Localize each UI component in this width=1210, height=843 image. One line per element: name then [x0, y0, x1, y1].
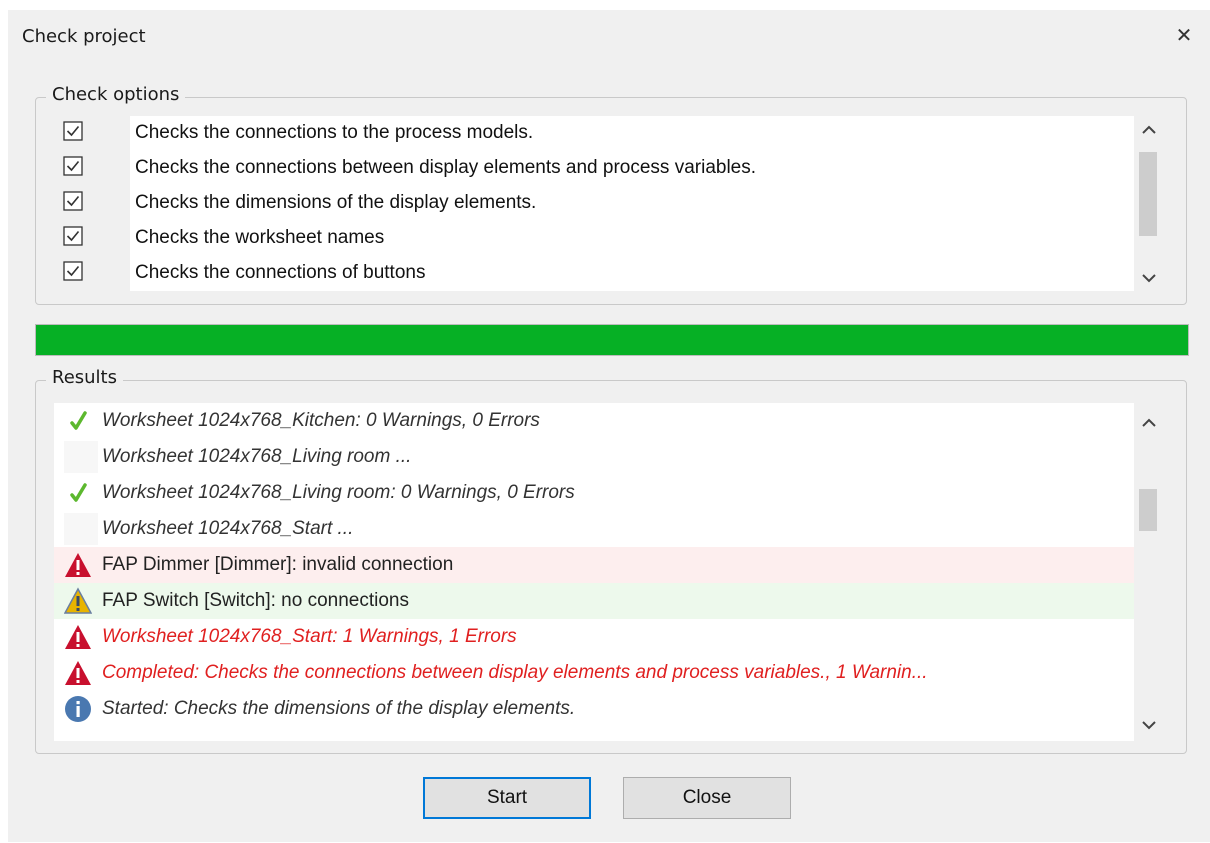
error-triangle-icon	[64, 659, 92, 687]
result-row[interactable]: Worksheet 1024x768_Living room ...	[54, 439, 1134, 476]
success-check-icon	[64, 479, 92, 507]
checkbox[interactable]	[63, 261, 83, 281]
result-text: Started: Checks the dimensions of the di…	[102, 698, 576, 719]
result-text: FAP Dimmer [Dimmer]: invalid connection	[102, 554, 454, 575]
result-row[interactable]: FAP Switch [Switch]: no connections	[54, 583, 1134, 620]
result-row[interactable]: Started: Checks the dimensions of the di…	[54, 691, 1134, 728]
blank-icon	[64, 441, 98, 473]
results-list: Worksheet 1024x768_Kitchen: 0 Warnings, …	[54, 403, 1164, 741]
results-group: Results Worksheet 1024x768_Kitchen: 0 Wa…	[35, 367, 1187, 754]
check-project-dialog: Check project ✕ Check options Checks the…	[8, 10, 1210, 842]
check-option-row[interactable]: Checks the connections to the process mo…	[54, 116, 1164, 151]
result-row[interactable]: Worksheet 1024x768_Start ...	[54, 511, 1134, 548]
checkbox[interactable]	[63, 226, 83, 246]
result-text: Worksheet 1024x768_Start: 1 Warnings, 1 …	[102, 626, 517, 647]
checkbox[interactable]	[63, 156, 83, 176]
checkbox-cell	[54, 221, 130, 256]
results-legend: Results	[46, 367, 123, 388]
check-option-label: Checks the connections to the process mo…	[135, 122, 534, 143]
scroll-down-icon[interactable]	[1134, 264, 1164, 292]
result-text: Worksheet 1024x768_Living room: 0 Warnin…	[102, 482, 575, 503]
check-option-row[interactable]: Checks the dimensions of the display ele…	[54, 186, 1164, 221]
result-text: Completed: Checks the connections betwee…	[102, 662, 928, 683]
error-triangle-icon	[64, 623, 92, 651]
title-bar: Check project ✕	[8, 10, 1210, 60]
result-text: Worksheet 1024x768_Start ...	[102, 518, 354, 539]
checkbox[interactable]	[63, 191, 83, 211]
progress-fill	[36, 325, 1188, 355]
checkbox-cell	[54, 151, 130, 186]
check-options-list: Checks the connections to the process mo…	[54, 116, 1164, 291]
check-options-legend: Check options	[46, 84, 186, 105]
result-row[interactable]: Worksheet 1024x768_Start: 1 Warnings, 1 …	[54, 619, 1134, 656]
success-check-icon	[64, 407, 92, 435]
result-text: Worksheet 1024x768_Kitchen: 0 Warnings, …	[102, 410, 540, 431]
warning-triangle-icon	[63, 587, 93, 615]
check-option-row[interactable]: Checks the connections of buttons	[54, 256, 1164, 291]
check-option-label: Checks the worksheet names	[135, 227, 385, 248]
checkbox-cell	[54, 256, 130, 291]
check-options-group: Check options Checks the connections to …	[35, 84, 1187, 305]
checkbox-cell	[54, 116, 130, 151]
checkbox[interactable]	[63, 121, 83, 141]
scroll-thumb[interactable]	[1139, 489, 1157, 531]
error-triangle-icon	[64, 551, 92, 579]
result-row[interactable]: FAP Dimmer [Dimmer]: invalid connection	[54, 547, 1134, 584]
blank-icon	[64, 513, 98, 545]
progress-bar	[35, 324, 1189, 356]
check-option-row[interactable]: Checks the worksheet names	[54, 221, 1164, 256]
check-option-row[interactable]: Checks the connections between display e…	[54, 151, 1164, 186]
dialog-title: Check project	[22, 26, 146, 47]
check-option-label: Checks the connections between display e…	[135, 157, 757, 178]
close-button[interactable]: Close	[623, 777, 791, 819]
result-text: FAP Switch [Switch]: no connections	[102, 590, 409, 611]
start-button[interactable]: Start	[423, 777, 591, 819]
result-text: Worksheet 1024x768_Living room ...	[102, 446, 412, 467]
result-row[interactable]: Worksheet 1024x768_Kitchen: 0 Warnings, …	[54, 403, 1134, 440]
scroll-thumb[interactable]	[1139, 152, 1157, 236]
check-option-label: Checks the connections of buttons	[135, 262, 426, 283]
scroll-down-icon[interactable]	[1134, 711, 1164, 739]
scroll-up-icon[interactable]	[1134, 409, 1164, 437]
checkbox-cell	[54, 186, 130, 221]
info-circle-icon	[64, 695, 92, 723]
check-options-scrollbar[interactable]	[1134, 116, 1164, 292]
result-row[interactable]: Completed: Checks the connections betwee…	[54, 655, 1134, 692]
check-option-label: Checks the dimensions of the display ele…	[135, 192, 537, 213]
scroll-up-icon[interactable]	[1134, 116, 1164, 144]
result-row[interactable]: Worksheet 1024x768_Living room: 0 Warnin…	[54, 475, 1134, 512]
results-scrollbar[interactable]	[1134, 403, 1164, 741]
close-icon[interactable]: ✕	[1169, 20, 1199, 50]
